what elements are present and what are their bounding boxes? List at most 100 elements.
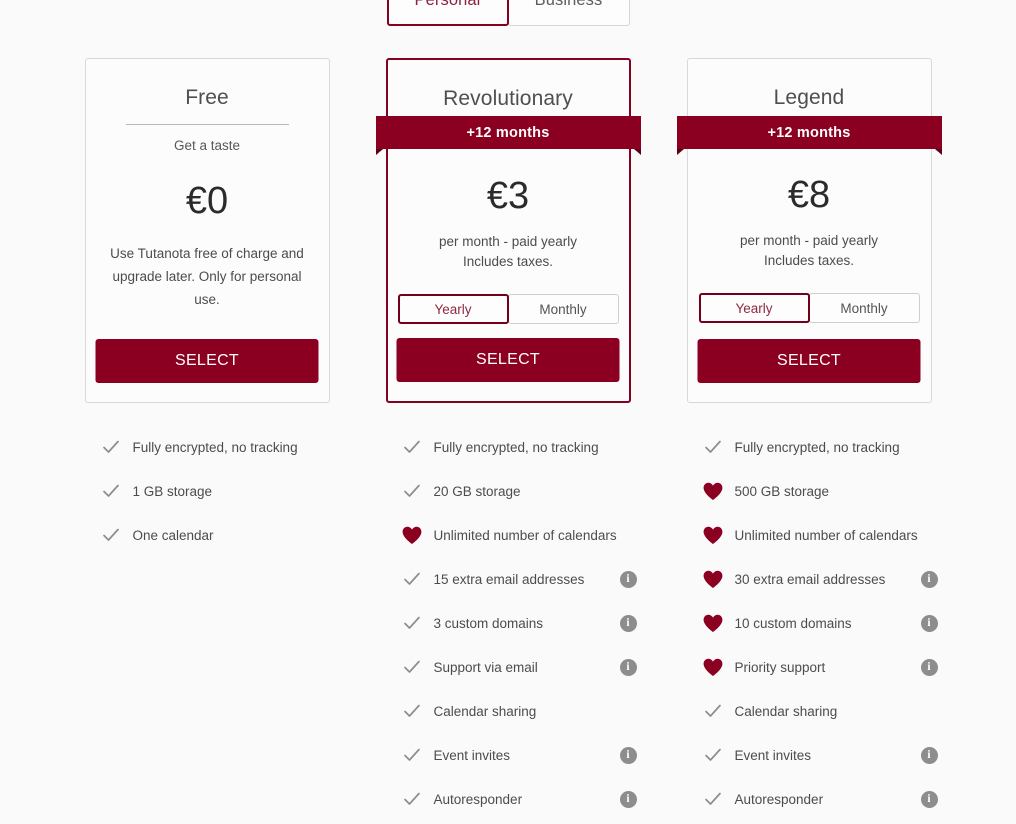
billing-toggle-legend: Yearly Monthly (698, 293, 920, 323)
billing-period-legend: per month - paid yearly (739, 233, 879, 248)
feature-label: 20 GB storage (433, 483, 521, 499)
plan-card-revolutionary[interactable]: Revolutionary €3 per month - paid yearly… (385, 58, 631, 403)
check-icon (401, 612, 423, 634)
toggle-yearly-legend[interactable]: Yearly (698, 293, 810, 323)
billing-taxes-legend: Includes taxes. (763, 253, 855, 268)
tab-business-label: Business (535, 0, 603, 10)
feature-label: Event invites (734, 747, 812, 763)
info-icon[interactable]: i (920, 790, 938, 808)
info-icon[interactable]: i (619, 746, 637, 764)
check-icon (100, 436, 122, 458)
feature-label: Unlimited number of calendars (433, 527, 617, 543)
plan-description-free: Use Tutanota free of charge and upgrade … (110, 246, 304, 307)
select-button-revolutionary[interactable]: SELECT (396, 338, 620, 382)
plan-billing-legend: per month - paid yearly Includes taxes. (740, 231, 878, 271)
select-button-legend[interactable]: SELECT (697, 339, 921, 383)
feature-row: Fully encrypted, no tracking (386, 425, 631, 469)
plan-title-free: Free (185, 86, 229, 109)
toggle-yearly-revolutionary[interactable]: Yearly (397, 294, 509, 324)
feature-row: Unlimited number of calendars (386, 513, 631, 557)
feature-label: 1 GB storage (132, 483, 213, 499)
check-icon (401, 436, 423, 458)
plan-type-tabs: Personal Business (0, 0, 1016, 26)
heart-icon (702, 480, 724, 502)
tab-personal-label: Personal (415, 0, 481, 10)
select-button-free[interactable]: SELECT (95, 339, 319, 383)
plan-column-revolutionary: Revolutionary €3 per month - paid yearly… (375, 58, 641, 403)
title-divider (125, 124, 289, 125)
heart-icon (702, 524, 724, 546)
feature-row: Autoresponder i (687, 777, 938, 821)
feature-row: 20 GB storage (386, 469, 631, 513)
feature-label: One calendar (132, 527, 214, 543)
feature-row: Fully encrypted, no tracking (85, 425, 330, 469)
feature-label: 15 extra email addresses (433, 571, 585, 587)
info-icon[interactable]: i (920, 746, 938, 764)
billing-toggle-revolutionary: Yearly Monthly (397, 294, 619, 324)
check-icon (702, 436, 724, 458)
check-icon (401, 744, 423, 766)
toggle-monthly-revolutionary-label: Monthly (539, 301, 587, 317)
feature-row: 15 extra email addresses i (386, 557, 637, 601)
toggle-yearly-legend-label: Yearly (735, 300, 773, 316)
check-icon (401, 656, 423, 678)
plan-column-free: Free Get a taste €0 Use Tutanota free of… (84, 58, 330, 403)
plan-card-free[interactable]: Free Get a taste €0 Use Tutanota free of… (84, 58, 330, 403)
info-icon[interactable]: i (920, 614, 938, 632)
feature-column-legend: Fully encrypted, no tracking 500 GB stora… (687, 425, 938, 821)
tab-personal[interactable]: Personal (386, 0, 509, 26)
tab-group: Personal Business (386, 0, 630, 26)
feature-row: 30 extra email addresses i (687, 557, 938, 601)
check-icon (702, 744, 724, 766)
plan-card-legend[interactable]: Legend €8 per month - paid yearly Includ… (686, 58, 932, 403)
heart-icon (702, 612, 724, 634)
feature-column-revolutionary: Fully encrypted, no tracking 20 GB storag… (386, 425, 637, 821)
check-icon (401, 480, 423, 502)
feature-label: Priority support (734, 659, 826, 675)
heart-icon (702, 656, 724, 678)
toggle-monthly-revolutionary[interactable]: Monthly (507, 294, 619, 324)
check-icon (100, 524, 122, 546)
feature-label: Fully encrypted, no tracking (132, 439, 298, 455)
plan-column-legend: Legend €8 per month - paid yearly Includ… (676, 58, 942, 403)
check-icon (401, 568, 423, 590)
feature-label: Support via email (433, 659, 538, 675)
plan-title-legend: Legend (773, 86, 845, 109)
info-icon[interactable]: i (920, 658, 938, 676)
feature-lists: Fully encrypted, no tracking 1 GB storage… (0, 425, 1016, 821)
feature-label: Autoresponder (433, 791, 523, 807)
toggle-yearly-revolutionary-label: Yearly (434, 301, 472, 317)
select-button-legend-label: SELECT (776, 352, 842, 369)
tab-business[interactable]: Business (507, 0, 630, 26)
feature-row: Fully encrypted, no tracking (687, 425, 932, 469)
feature-label: Unlimited number of calendars (734, 527, 918, 543)
promo-ribbon-legend: +12 months (676, 116, 942, 155)
check-icon (401, 700, 423, 722)
toggle-monthly-legend[interactable]: Monthly (808, 293, 920, 323)
toggle-monthly-legend-label: Monthly (840, 300, 888, 316)
feature-label: 500 GB storage (734, 483, 830, 499)
select-button-free-label: SELECT (174, 352, 240, 369)
promo-ribbon-legend-label: +12 months (767, 124, 851, 141)
feature-label: Fully encrypted, no tracking (433, 439, 599, 455)
feature-row: Event invites i (386, 733, 637, 777)
feature-column-free: Fully encrypted, no tracking 1 GB storage… (85, 425, 330, 821)
info-icon[interactable]: i (920, 570, 938, 588)
feature-label: 10 custom domains (734, 615, 852, 631)
info-icon[interactable]: i (619, 658, 637, 676)
feature-label: 3 custom domains (433, 615, 544, 631)
feature-row: Calendar sharing (386, 689, 631, 733)
plan-title-revolutionary: Revolutionary (443, 87, 573, 110)
feature-label: Autoresponder (734, 791, 824, 807)
feature-label: 30 extra email addresses (734, 571, 886, 587)
promo-ribbon-revolutionary: +12 months (375, 116, 641, 155)
check-icon (702, 700, 724, 722)
check-icon (401, 788, 423, 810)
info-icon[interactable]: i (619, 790, 637, 808)
feature-row: Support via email i (386, 645, 637, 689)
plan-cards: Free Get a taste €0 Use Tutanota free of… (0, 58, 1016, 403)
plan-subtitle-free: Get a taste (173, 138, 241, 153)
info-icon[interactable]: i (619, 570, 637, 588)
feature-row: 500 GB storage (687, 469, 932, 513)
info-icon[interactable]: i (619, 614, 637, 632)
